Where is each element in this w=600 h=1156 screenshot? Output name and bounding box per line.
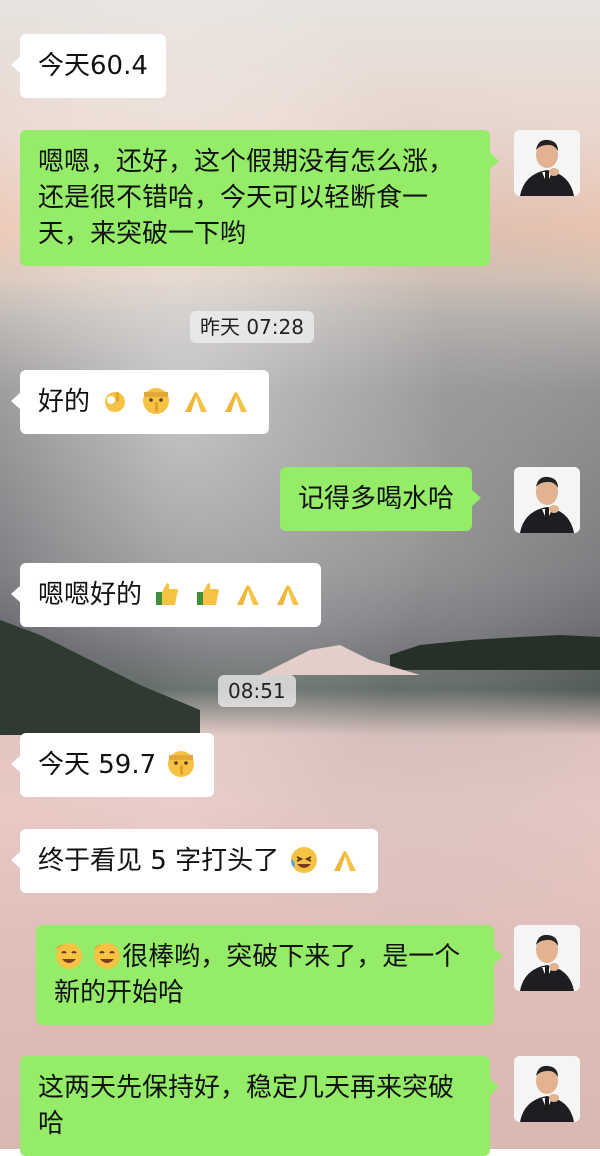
message-received[interactable]: 嗯嗯好的 (10, 563, 322, 627)
pray-icon (184, 392, 207, 412)
message-text: 好的 (38, 387, 91, 417)
message-text: 嗯嗯，还好，这个假期没有怎么涨，还是很不错哈，今天可以轻断食一天，来突破一下哟 (38, 147, 455, 249)
message-sent[interactable]: 记得多喝水哈 (280, 467, 482, 531)
message-text: 记得多喝水哈 (298, 484, 455, 514)
ok-hand-icon (105, 392, 126, 412)
crying-laughing-icon (291, 847, 318, 873)
pray-icon (277, 585, 300, 605)
avatar[interactable] (514, 1056, 580, 1122)
lol-face-icon (55, 943, 82, 969)
message-text: 这两天先保持好，稳定几天再来突破哈 (38, 1073, 455, 1139)
thumbs-up-icon (196, 583, 219, 605)
timestamp: 08:51 (218, 675, 296, 707)
message-text: 终于看见 5 字打头了 (38, 846, 280, 876)
thumbs-up-icon (156, 583, 179, 605)
pray-icon (333, 851, 356, 871)
pray-icon (225, 392, 248, 412)
shushing-face-icon (168, 751, 195, 777)
message-received[interactable]: 今天60.4 (11, 34, 166, 98)
message-sent[interactable]: 很棒哟，突破下来了，是一个新的开始哈 (36, 925, 503, 1025)
message-text: 嗯嗯好的 (38, 580, 143, 610)
avatar[interactable] (514, 467, 580, 533)
avatar[interactable] (514, 130, 580, 196)
message-received[interactable]: 终于看见 5 字打头了 (11, 829, 378, 893)
message-received[interactable]: 好的 (10, 370, 270, 434)
avatar[interactable] (514, 925, 580, 991)
shushing-face-icon (142, 388, 169, 414)
message-sent[interactable]: 嗯嗯，还好，这个假期没有怎么涨，还是很不错哈，今天可以轻断食一天，来突破一下哟 (20, 130, 499, 266)
message-text: 今天60.4 (38, 51, 148, 81)
message-received[interactable]: 今天 59.7 (10, 733, 215, 797)
pray-icon (236, 585, 259, 605)
message-sent[interactable]: 这两天先保持好，稳定几天再来突破哈 (20, 1056, 499, 1156)
timestamp: 昨天 07:28 (190, 311, 314, 343)
message-text: 今天 59.7 (38, 750, 157, 780)
lol-face-icon (93, 943, 121, 969)
